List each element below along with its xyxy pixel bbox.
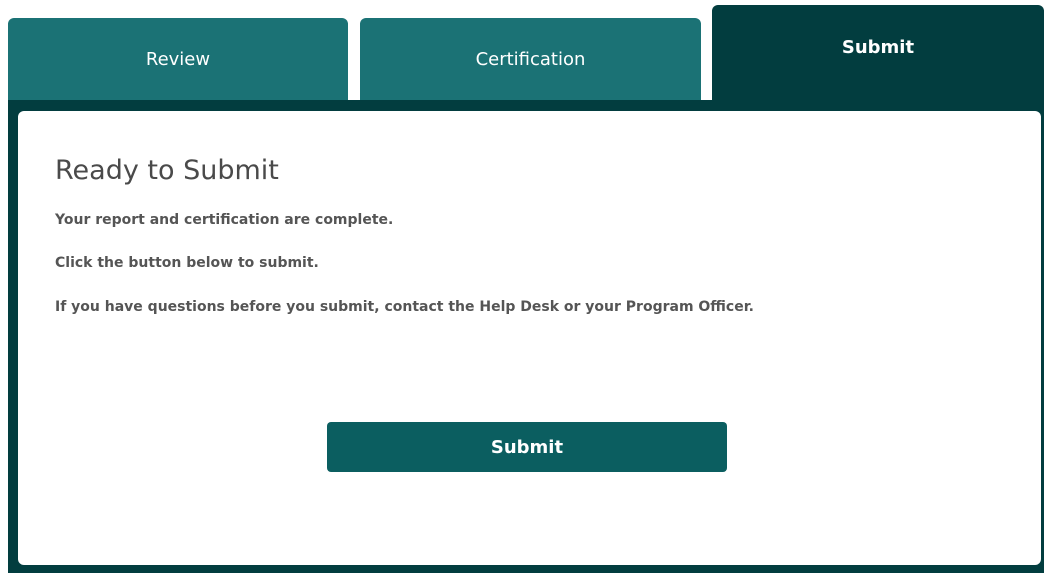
tab-certification[interactable]: Certification	[360, 18, 701, 104]
status-message: Your report and certification are comple…	[55, 212, 394, 228]
submit-card: Ready to Submit Your report and certific…	[18, 111, 1041, 565]
submit-button[interactable]: Submit	[327, 422, 727, 472]
tab-submit-label: Submit	[841, 37, 915, 58]
page-title: Ready to Submit	[55, 155, 279, 186]
tab-review[interactable]: Review	[8, 18, 348, 104]
help-message: If you have questions before you submit,…	[55, 299, 754, 315]
tab-certification-label: Certification	[475, 48, 586, 70]
submit-page: Review Certification Submit Ready to Sub…	[0, 0, 1044, 573]
tab-review-label: Review	[145, 48, 211, 70]
tab-submit[interactable]: Submit	[712, 5, 1044, 110]
instruction-message: Click the button below to submit.	[55, 255, 319, 271]
